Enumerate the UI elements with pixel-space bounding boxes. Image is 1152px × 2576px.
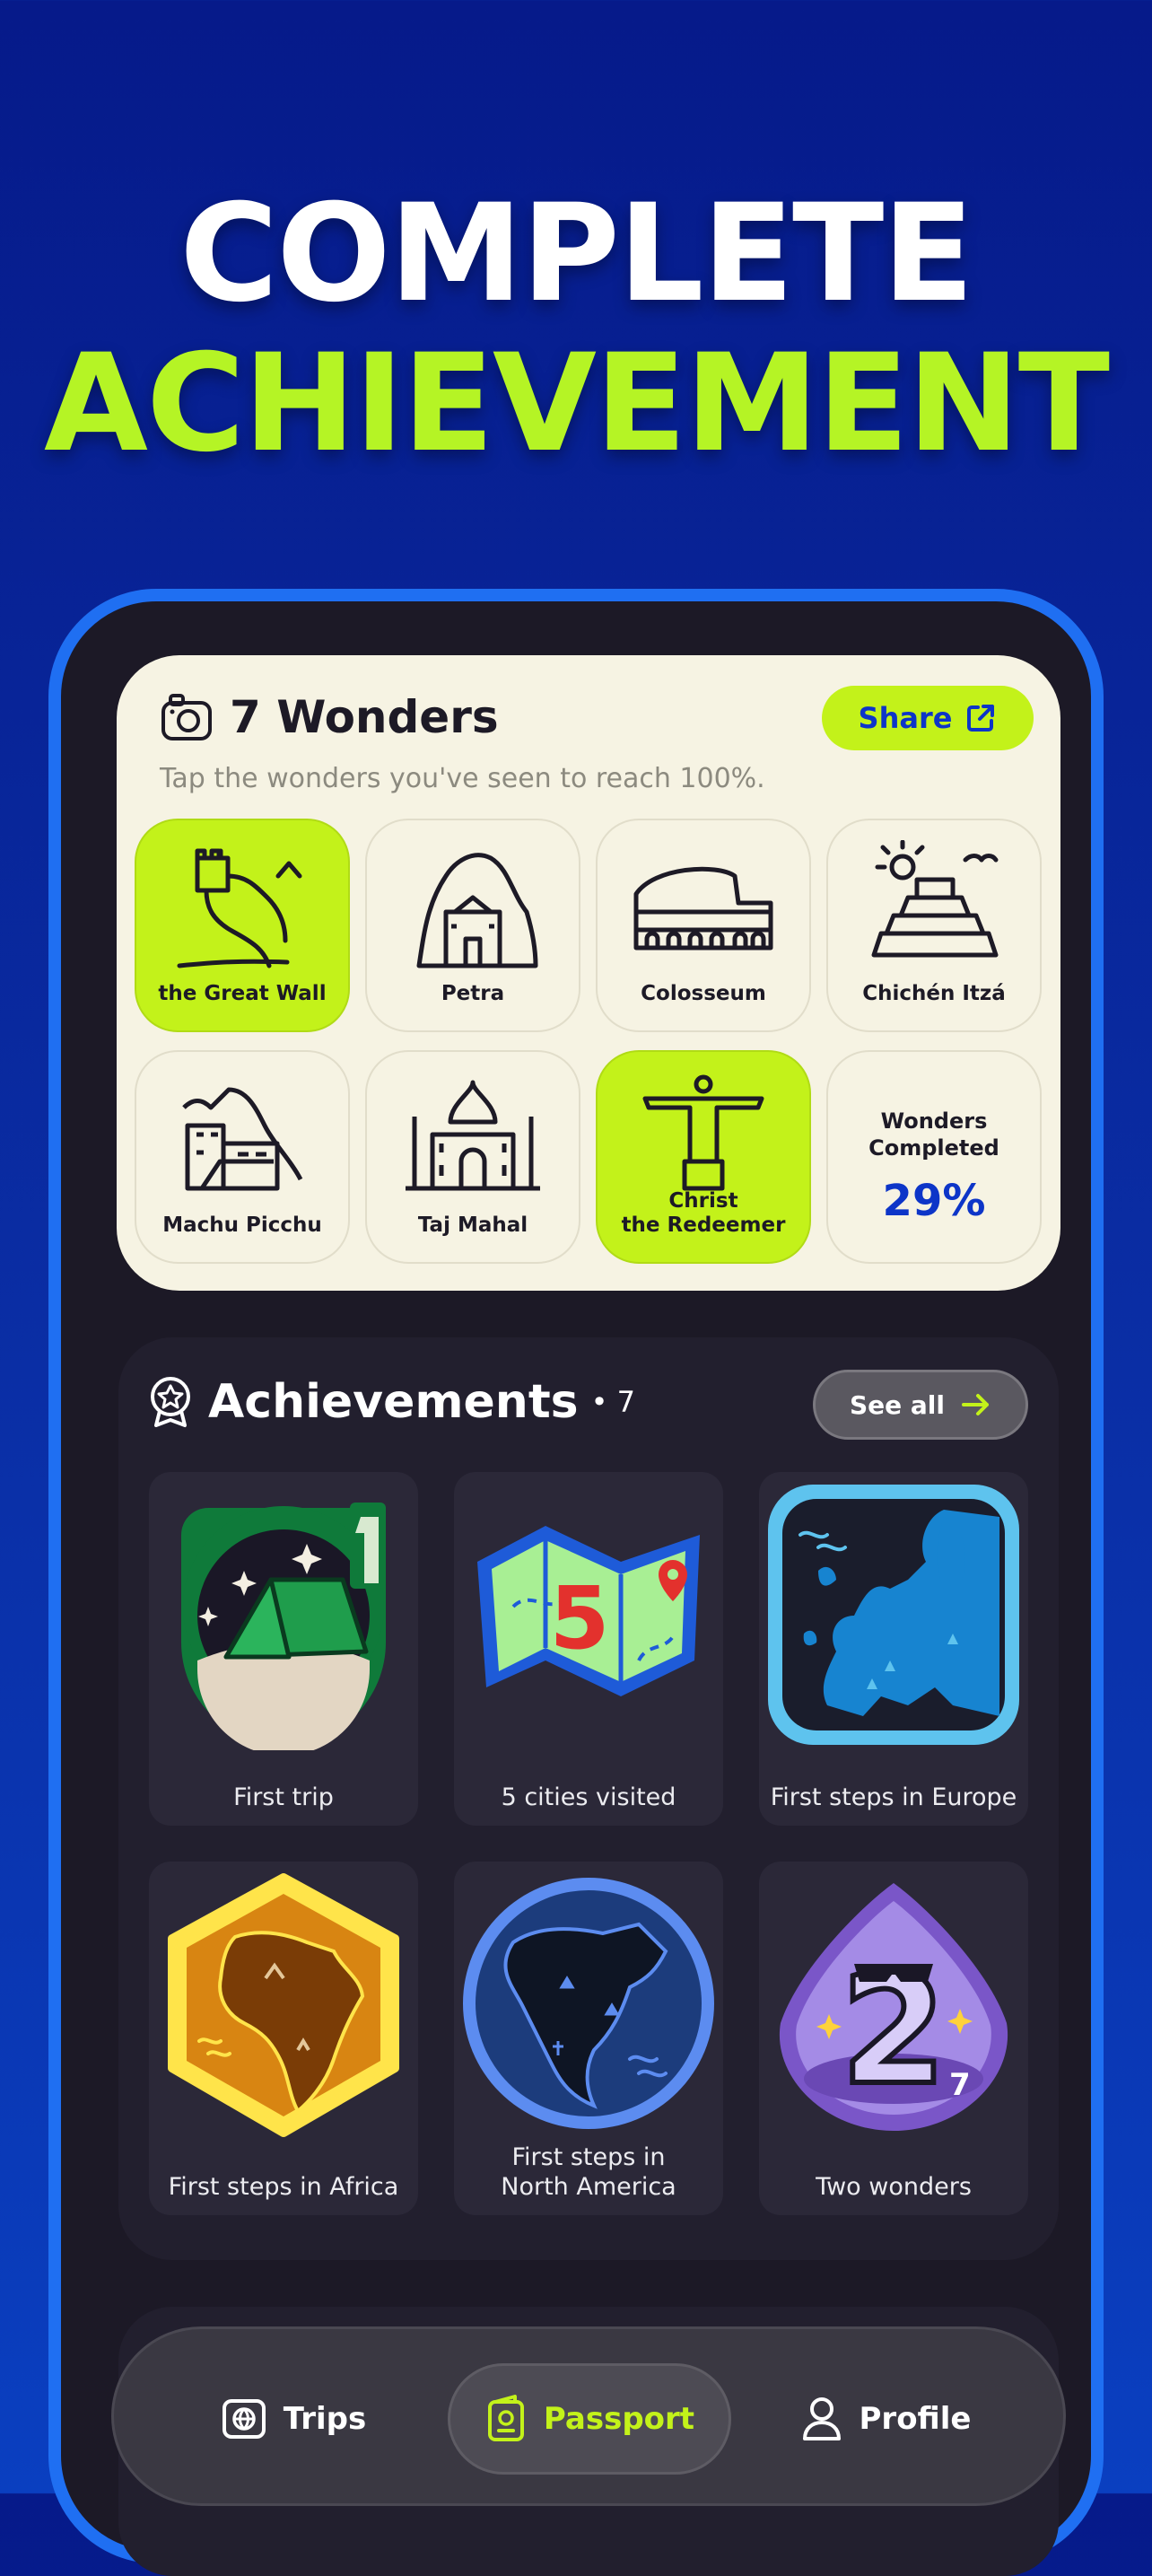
phone-frame: 7 Wonders Share Tap the wonders you've s… <box>48 589 1104 2576</box>
wonders-card: 7 Wonders Share Tap the wonders you've s… <box>117 655 1060 1291</box>
arrow-right-icon <box>961 1394 989 1415</box>
badge-first-steps-north-america[interactable]: First steps in North America <box>454 1862 723 2215</box>
badge-two-wonders[interactable]: 2 7 Two wonders <box>759 1862 1028 2215</box>
external-link-icon <box>967 705 995 732</box>
wonder-label: Colosseum <box>641 982 766 1006</box>
tent-badge-icon <box>181 1503 386 1750</box>
see-all-label: See all <box>850 1389 945 1420</box>
badge-label: First trip <box>233 1783 334 1812</box>
colosseum-icon <box>633 866 773 951</box>
europe-badge-icon <box>768 1485 1019 1745</box>
taj-mahal-icon <box>406 1080 540 1191</box>
machu-picchu-icon <box>182 1087 303 1191</box>
wonder-tile-colosseum[interactable]: Colosseum <box>596 819 811 1032</box>
wonders-header: 7 Wonders <box>160 691 499 743</box>
africa-badge-icon <box>168 1873 399 2137</box>
nav-label: Passport <box>543 2401 695 2437</box>
badge-label: First steps in Africa <box>168 2173 399 2202</box>
petra-icon <box>416 853 538 968</box>
wonder-tile-christ-redeemer[interactable]: Christ the Redeemer <box>596 1050 811 1264</box>
nav-label: Profile <box>859 2401 972 2437</box>
wonders-completed-tile: Wonders Completed 29% <box>826 1050 1042 1264</box>
achievements-header: Achievements • 7 <box>145 1375 635 1429</box>
svg-text:7: 7 <box>949 2067 971 2103</box>
nav-item-profile[interactable]: Profile <box>787 2363 984 2475</box>
wonder-label: Petra <box>441 982 505 1006</box>
chichen-itza-icon <box>871 840 999 958</box>
achievements-count: • 7 <box>590 1385 636 1419</box>
person-icon <box>802 2397 841 2440</box>
north-america-badge-icon <box>463 1878 714 2129</box>
badge-first-trip[interactable]: First trip <box>149 1472 418 1826</box>
achievements-title: Achievements <box>208 1375 579 1429</box>
nav-item-passport[interactable]: Passport <box>448 2363 731 2475</box>
globe-ticket-icon <box>222 2399 266 2439</box>
wonder-label: the Great Wall <box>158 982 327 1006</box>
map-5-badge-icon: 5 <box>477 1526 700 1696</box>
wonder-label: Machu Picchu <box>162 1214 322 1238</box>
camera-icon <box>161 694 212 740</box>
christ-redeemer-icon <box>642 1074 764 1191</box>
nav-label: Trips <box>283 2401 367 2437</box>
nav-item-trips[interactable]: Trips <box>204 2363 383 2475</box>
wonder-tile-petra[interactable]: Petra <box>365 819 580 1032</box>
wonder-tile-chichen-itza[interactable]: Chichén Itzá <box>826 819 1042 1032</box>
badge-label: First steps in North America <box>501 2142 676 2202</box>
passport-icon <box>487 2395 524 2441</box>
great-wall-icon <box>177 848 302 968</box>
badge-5-cities[interactable]: 5 5 cities visited <box>454 1472 723 1826</box>
badge-label: 5 cities visited <box>501 1783 676 1812</box>
badge-label: Two wonders <box>816 2173 972 2202</box>
bottom-nav: Trips Passport Profile <box>111 2326 1066 2506</box>
share-button[interactable]: Share <box>822 686 1034 750</box>
wonder-tile-great-wall[interactable]: the Great Wall <box>135 819 350 1032</box>
wonders-title: 7 Wonders <box>230 691 499 743</box>
see-all-button[interactable]: See all <box>813 1370 1028 1440</box>
completed-label: Wonders Completed <box>868 1108 999 1161</box>
bottom-nav-container: Trips Passport Profile <box>111 2307 1066 2576</box>
badge-first-steps-africa[interactable]: First steps in Africa <box>149 1862 418 2215</box>
wonder-label: Chichén Itzá <box>862 982 1006 1006</box>
award-icon <box>151 1377 190 1427</box>
share-label: Share <box>858 701 953 735</box>
badge-label: First steps in Europe <box>770 1783 1017 1812</box>
hero-line-1: COMPLETE <box>179 176 974 332</box>
wonder-label: Taj Mahal <box>417 1214 528 1238</box>
wonder-tile-taj-mahal[interactable]: Taj Mahal <box>365 1050 580 1264</box>
hero-line-2: ACHIEVEMENT <box>43 326 1110 482</box>
achievements-section: Achievements • 7 See all First trip 5 5 … <box>118 1337 1059 2260</box>
completed-percentage: 29% <box>882 1176 986 1226</box>
wonders-subtitle: Tap the wonders you've seen to reach 100… <box>160 763 765 794</box>
svg-text:5: 5 <box>550 1568 610 1669</box>
wonder-tile-machu-picchu[interactable]: Machu Picchu <box>135 1050 350 1264</box>
two-wonders-badge-icon: 2 7 <box>779 1883 1008 2131</box>
badge-first-steps-europe[interactable]: First steps in Europe <box>759 1472 1028 1826</box>
